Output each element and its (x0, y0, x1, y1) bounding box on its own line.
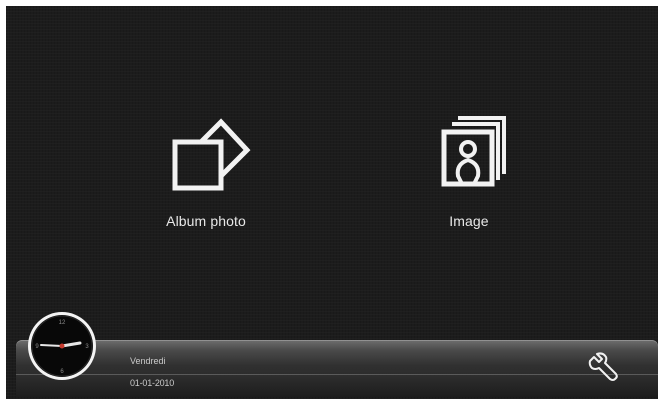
album-photo-label: Album photo (166, 213, 246, 229)
album-photo-icon (172, 118, 251, 191)
image-button[interactable]: Image (394, 114, 544, 254)
clock-minute-hand (40, 344, 63, 347)
clock-numeral-12: 12 (59, 320, 66, 326)
wrench-icon[interactable] (588, 352, 620, 384)
screen: Album photo Image Vendredi 01-01-2010 (6, 6, 658, 399)
day-label: Vendredi (130, 356, 166, 366)
album-photo-button[interactable]: Album photo (131, 116, 281, 256)
status-bar-lower (16, 374, 658, 397)
status-bar: Vendredi 01-01-2010 (16, 340, 658, 397)
image-gallery-icon (441, 116, 506, 187)
clock-icon: 12 3 6 9 (28, 312, 96, 380)
date-label: 01-01-2010 (130, 378, 175, 388)
image-label: Image (449, 213, 489, 229)
